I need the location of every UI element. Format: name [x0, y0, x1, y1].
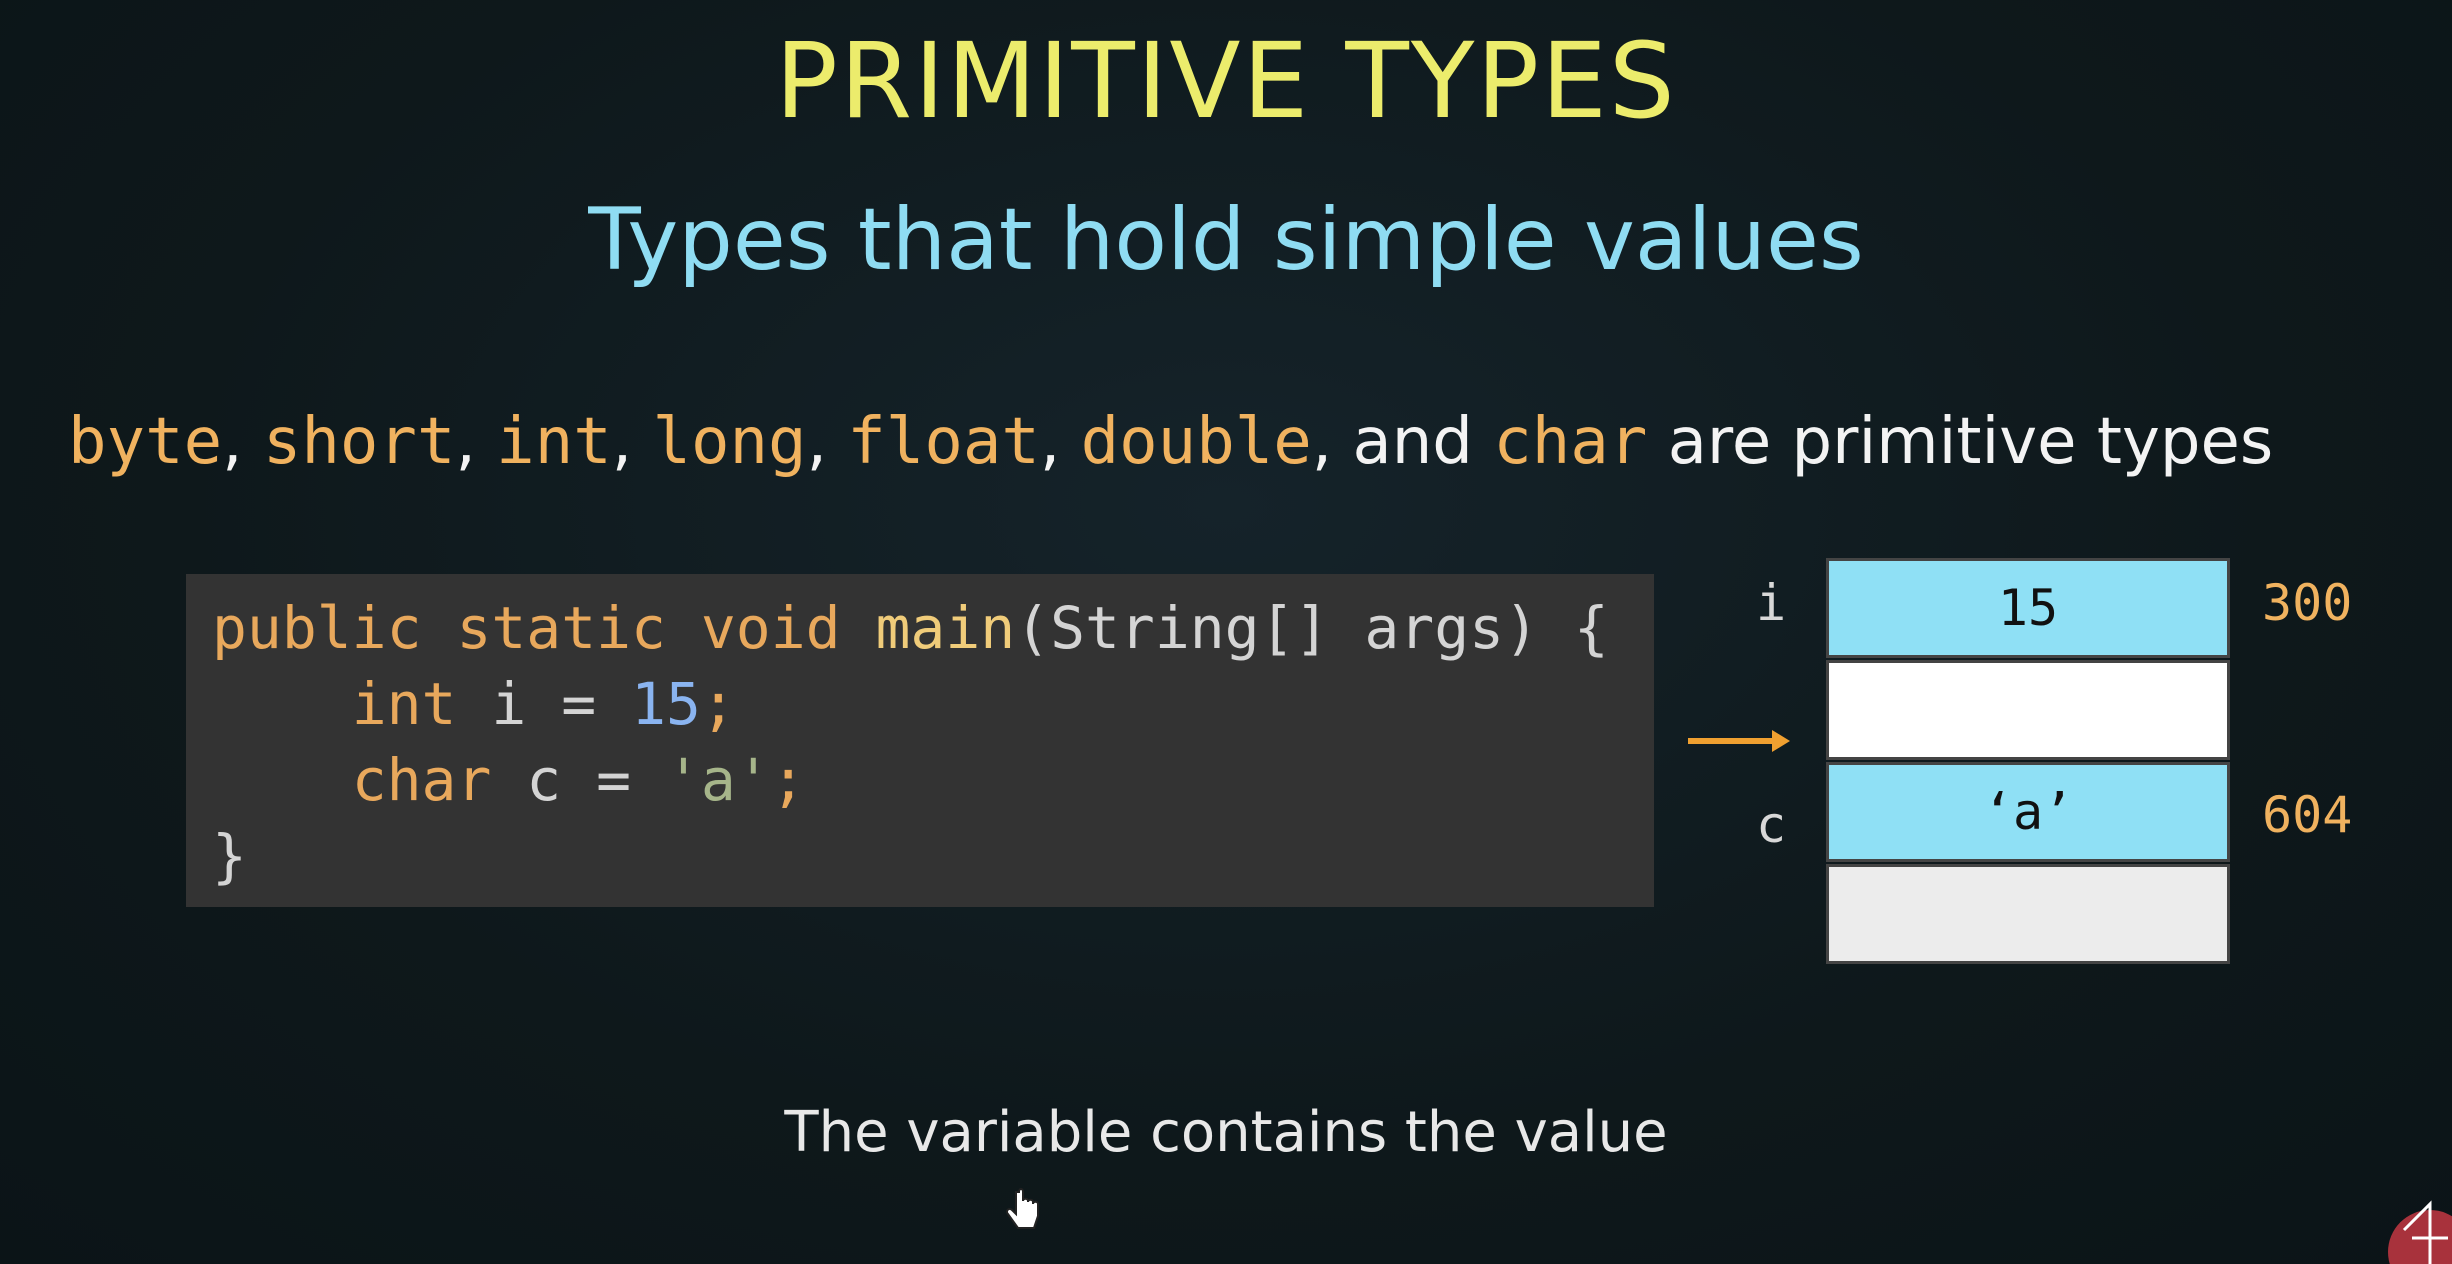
keyword-double: double: [1080, 405, 1312, 479]
primitive-types-line: byte, short, int, long, float, double, a…: [68, 405, 2273, 479]
code-type-int: int: [351, 670, 457, 738]
memory-cell-empty: [1826, 660, 2230, 760]
code-keyword: void: [700, 594, 841, 662]
code-var-i: i: [491, 670, 527, 738]
keyword-float: float: [847, 405, 1040, 479]
memory-diagram: 15 ‘a’: [1826, 558, 2230, 966]
separator: ,: [1039, 405, 1081, 479]
keyword-short: short: [262, 405, 456, 479]
slide-subtitle: Types that hold simple values: [588, 190, 1864, 290]
memory-address-604: 604: [2262, 786, 2353, 844]
code-keyword: public: [212, 594, 422, 662]
code-params: (String[] args) {: [1015, 594, 1609, 662]
memory-cell-empty: [1826, 864, 2230, 964]
separator: ,: [222, 405, 263, 479]
code-semicolon: ;: [770, 746, 806, 814]
caption: The variable contains the value: [784, 1100, 1668, 1165]
slide-title: PRIMITIVE TYPES: [775, 20, 1677, 142]
code-function-name: main: [875, 594, 1016, 662]
logo-icon: [2388, 1200, 2452, 1264]
code-assign: =: [526, 670, 632, 738]
keyword-byte: byte: [68, 405, 223, 479]
keyword-long: long: [652, 405, 807, 479]
separator: ,: [1311, 405, 1353, 479]
types-suffix: are primitive types: [1647, 405, 2274, 479]
memory-var-label-c: c: [1756, 796, 1787, 854]
code-type-char: char: [351, 746, 492, 814]
memory-var-label-i: i: [1756, 574, 1787, 632]
keyword-char: char: [1493, 405, 1648, 479]
hand-cursor-icon: [1006, 1188, 1039, 1229]
code-value-15: 15: [631, 670, 701, 738]
code-keyword: static: [456, 594, 666, 662]
memory-cell-i: 15: [1826, 558, 2230, 658]
separator: ,: [611, 405, 653, 479]
code-closing-brace: }: [212, 822, 247, 890]
keyword-int: int: [496, 405, 612, 479]
separator: ,: [455, 405, 497, 479]
and-text: and: [1352, 405, 1494, 479]
code-assign: =: [561, 746, 666, 814]
code-var-c: c: [526, 746, 562, 814]
separator: ,: [806, 405, 848, 479]
arrow-right-icon: [1688, 730, 1790, 752]
code-value-a: 'a': [665, 746, 771, 814]
memory-cell-c: ‘a’: [1826, 762, 2230, 862]
code-semicolon: ;: [700, 670, 736, 738]
memory-address-300: 300: [2262, 574, 2353, 632]
code-block: public static void main(String[] args) {…: [212, 590, 1609, 894]
